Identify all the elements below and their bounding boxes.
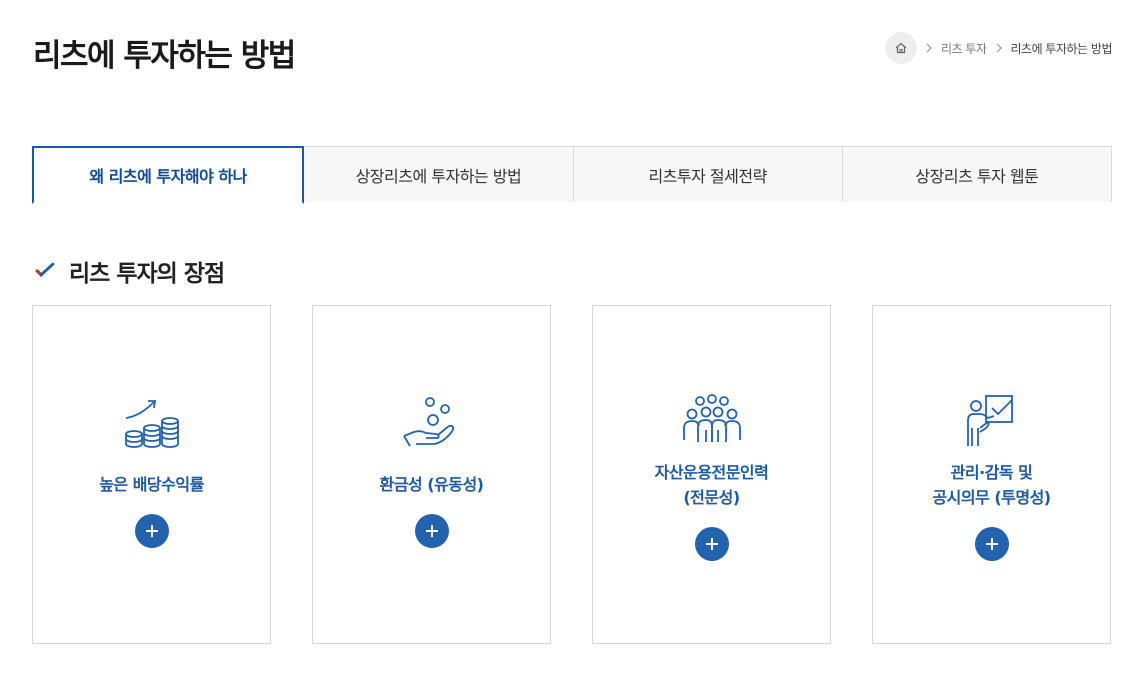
- presenter-board-icon: [873, 394, 1110, 454]
- card-label: 높은 배당수익률: [99, 475, 204, 494]
- card-expertise[interactable]: 자산운용전문인력 (전문성): [592, 305, 831, 644]
- hand-coins-icon: [313, 396, 550, 456]
- chevron-right-icon: [996, 43, 1002, 53]
- chevron-right-icon: [926, 43, 932, 53]
- plus-icon: [145, 525, 158, 537]
- tab-bar: 왜 리츠에 투자해야 하나 상장리츠에 투자하는 방법 리츠투자 절세전략 상장…: [32, 146, 1112, 204]
- expand-button[interactable]: [134, 514, 169, 548]
- coins-growth-icon: [33, 396, 270, 456]
- home-button[interactable]: [885, 32, 918, 64]
- tab-listed-reits-method[interactable]: 상장리츠에 투자하는 방법: [304, 146, 574, 202]
- plus-icon: [705, 538, 718, 550]
- advantage-cards: 높은 배당수익률 환금성 (유동성) 자산운용전문인력 (전문성) 관리·감독 …: [32, 305, 1111, 644]
- section-title-text: 리츠 투자의 장점: [69, 261, 225, 287]
- breadcrumb: 리츠 투자 리츠에 투자하는 방법: [885, 32, 1112, 64]
- breadcrumb-item-current: 리츠에 투자하는 방법: [1010, 41, 1113, 56]
- card-label: 환금성 (유동성): [379, 475, 484, 494]
- people-group-icon: [593, 394, 830, 454]
- expand-button[interactable]: [414, 514, 449, 548]
- card-label: 자산운용전문인력 (전문성): [654, 463, 769, 507]
- plus-icon: [985, 538, 998, 550]
- tab-webtoon[interactable]: 상장리츠 투자 웹툰: [842, 146, 1112, 202]
- card-liquidity[interactable]: 환금성 (유동성): [312, 305, 551, 644]
- section-title: 리츠 투자의 장점: [33, 254, 225, 288]
- plus-icon: [425, 525, 438, 537]
- tab-tax-strategy[interactable]: 리츠투자 절세전략: [573, 146, 843, 202]
- expand-button[interactable]: [694, 527, 729, 561]
- expand-button[interactable]: [974, 527, 1009, 561]
- page-title: 리츠에 투자하는 방법: [33, 38, 296, 74]
- card-high-dividend[interactable]: 높은 배당수익률: [32, 305, 271, 644]
- card-transparency[interactable]: 관리·감독 및 공시의무 (투명성): [872, 305, 1111, 644]
- home-icon: [895, 42, 907, 54]
- checkmark-icon: [35, 262, 55, 277]
- breadcrumb-item-reits-invest[interactable]: 리츠 투자: [941, 40, 987, 57]
- card-label: 관리·감독 및 공시의무 (투명성): [932, 463, 1051, 507]
- tab-why-reits[interactable]: 왜 리츠에 투자해야 하나: [32, 146, 305, 204]
